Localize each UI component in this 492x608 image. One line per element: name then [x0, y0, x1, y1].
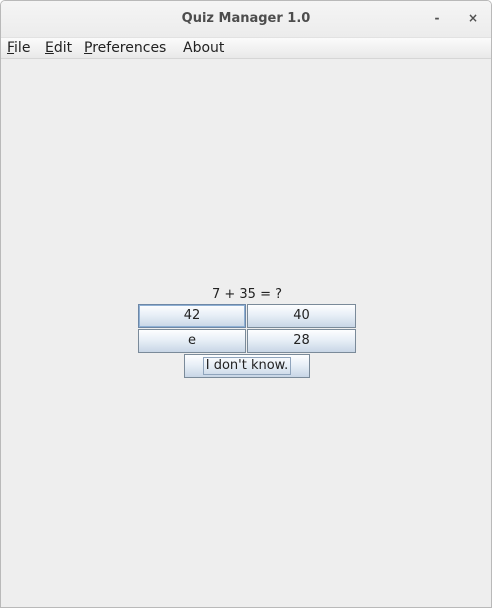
answer-button-4[interactable]: 28 [247, 329, 356, 353]
menu-file-mnemonic: F [7, 40, 15, 56]
menu-file-label: ile [14, 40, 31, 56]
dont-know-button[interactable]: I don't know. [184, 354, 310, 378]
minimize-button[interactable]: - [429, 10, 445, 26]
menu-edit[interactable]: Edit [45, 39, 72, 57]
menu-bar: File Edit Preferences About [1, 38, 491, 59]
answer-button-1[interactable]: 42 [138, 304, 246, 328]
menu-edit-label: dit [53, 40, 73, 56]
menu-preferences[interactable]: Preferences [84, 39, 166, 57]
window-title: Quiz Manager 1.0 [181, 11, 311, 26]
app-window: Quiz Manager 1.0 - × File Edit Preferenc… [0, 0, 492, 608]
menu-edit-mnemonic: E [45, 40, 54, 56]
question-label: 7 + 35 = ? [211, 287, 283, 302]
close-button[interactable]: × [465, 10, 481, 26]
title-bar[interactable]: Quiz Manager 1.0 - × [1, 1, 491, 38]
menu-about[interactable]: About [183, 39, 224, 57]
dont-know-label: I don't know. [202, 357, 292, 375]
menu-file[interactable]: File [7, 39, 30, 57]
menu-preferences-mnemonic: P [84, 40, 93, 56]
answer-button-3[interactable]: e [138, 329, 246, 353]
answer-button-2[interactable]: 40 [247, 304, 356, 328]
menu-preferences-label: references [92, 40, 167, 56]
